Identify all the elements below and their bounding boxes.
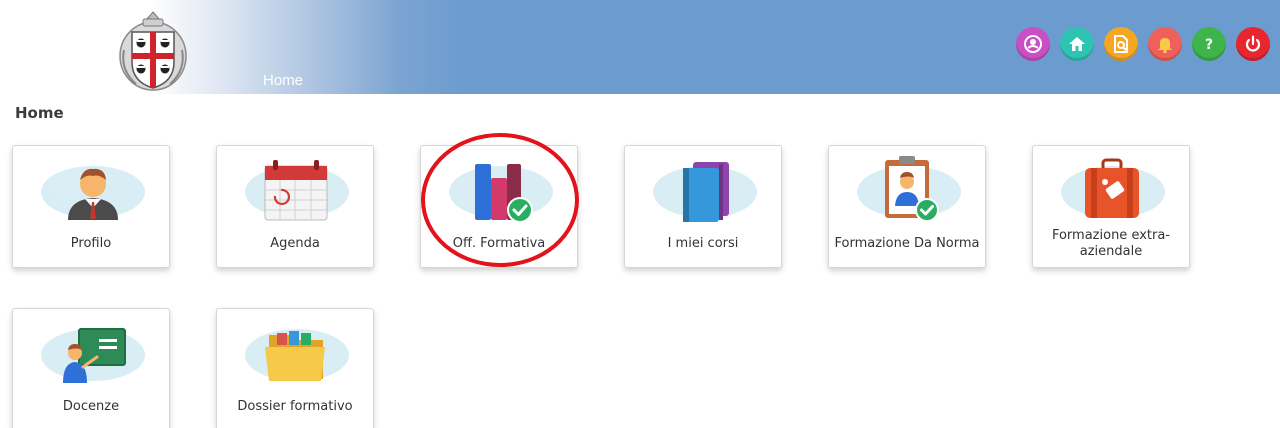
accessibility-button[interactable] [1016,27,1050,61]
help-button[interactable]: ? [1192,27,1226,61]
page-title: Home [15,104,64,122]
svg-text:?: ? [1205,37,1213,53]
power-icon [1245,35,1261,52]
logout-button[interactable] [1236,27,1270,61]
tile-label: Off. Formativa [452,236,546,251]
tile-profilo[interactable]: Profilo [12,145,170,268]
folder-icon [245,329,349,381]
document-search-icon [1114,35,1128,53]
tile-label: Agenda [270,236,320,251]
teacher-board-icon [41,328,145,383]
clipboard-user-check-icon [857,156,961,222]
home-button[interactable] [1060,27,1094,61]
tile-docenze[interactable]: Docenze [12,308,170,428]
tile-label: I miei corsi [667,236,739,251]
help-icon: ? [1205,37,1213,53]
tile-label: Formazione Da Norma [834,236,980,251]
document-search-button[interactable] [1104,27,1138,61]
header-bar: Home ? [0,0,1280,94]
tile-formazione-da-norma[interactable]: Formazione Da Norma [828,145,986,268]
header-breadcrumb[interactable]: Home [263,72,303,89]
books-check-icon [449,164,553,223]
calendar-icon [245,160,349,221]
tile-formazione-extra-aziendale[interactable]: Formazione extra-aziendale [1032,145,1190,268]
accessibility-icon [1024,35,1042,53]
tile-dossier-formativo[interactable]: Dossier formativo [216,308,374,428]
tile-i-miei-corsi[interactable]: I miei corsi [624,145,782,268]
header-toolbar: ? [1016,27,1270,61]
tile-label: Formazione extra-aziendale [1051,228,1171,259]
tile-label: Docenze [62,399,120,414]
coat-of-arms-logo[interactable] [116,10,190,92]
tile-label: Dossier formativo [237,399,353,414]
tile-label: Profilo [70,236,112,251]
tile-off-formativa[interactable]: Off. Formativa [420,145,578,268]
suitcase-icon [1061,158,1165,218]
notifications-button[interactable] [1148,27,1182,61]
user-profile-icon [41,166,145,220]
home-icon [1069,37,1085,51]
notebooks-icon [653,162,757,222]
tile-agenda[interactable]: Agenda [216,145,374,268]
notification-bell-icon [1158,38,1172,54]
